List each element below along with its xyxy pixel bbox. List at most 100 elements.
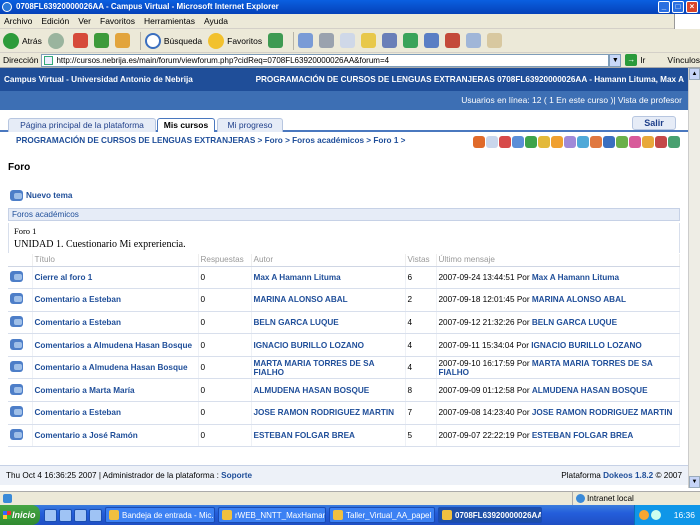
support-link[interactable]: Soporte	[221, 471, 252, 480]
site-name[interactable]: Campus Virtual - Universidad Antonio de …	[4, 68, 193, 91]
people-icon[interactable]	[403, 33, 419, 48]
print-icon[interactable]	[319, 33, 335, 48]
cut-icon[interactable]	[445, 33, 461, 48]
new-topic-link[interactable]: Nuevo tema	[10, 190, 72, 201]
survey-icon[interactable]	[629, 136, 641, 148]
breadcrumb[interactable]: PROGRAMACIÓN DE CURSOS DE LENGUAS EXTRAN…	[16, 136, 405, 145]
favorites-button[interactable]: Favoritos	[208, 32, 262, 49]
last-author-link[interactable]: MARINA ALONSO ABAL	[532, 295, 626, 304]
topic-author[interactable]: MARTA MARIA TORRES DE SA FIALHO	[251, 356, 406, 380]
topic-title[interactable]: Comentario a Almudena Hasan Bosque	[32, 356, 199, 380]
search-button[interactable]: Búsqueda	[144, 32, 202, 49]
tray-network-icon[interactable]	[651, 510, 661, 520]
course-home-icon[interactable]	[473, 136, 485, 148]
topic-title[interactable]: Comentarios a Almudena Hasan Bosque	[32, 333, 199, 357]
url-input[interactable]: http://cursos.nebrija.es/main/forum/view…	[41, 53, 610, 67]
back-button[interactable]: Atrás	[3, 32, 42, 49]
topic-title[interactable]: Comentario a Esteban	[32, 401, 199, 425]
reporting-icon[interactable]	[668, 136, 680, 148]
topic-author[interactable]: JOSE RAMON RODRIGUEZ MARTIN	[251, 401, 406, 425]
last-author-link[interactable]: BELN GARCA LUQUE	[532, 318, 617, 327]
topic-title[interactable]: Cierre al foro 1	[32, 266, 199, 290]
topic-title[interactable]: Comentario a Esteban	[32, 288, 199, 312]
tests-icon[interactable]	[564, 136, 576, 148]
topic-title[interactable]: Comentario a Marta María	[32, 378, 199, 403]
topic-bubble-icon	[10, 406, 23, 418]
documents-icon[interactable]	[512, 136, 524, 148]
url-dropdown[interactable]: ▼	[609, 53, 622, 67]
minimize-button[interactable]: _	[658, 1, 670, 13]
users-icon[interactable]	[577, 136, 589, 148]
topic-author[interactable]: ALMUDENA HASAN BOSQUE	[251, 378, 406, 403]
announcements-icon[interactable]	[551, 136, 563, 148]
topic-author[interactable]: MARINA ALONSO ABAL	[251, 288, 406, 312]
topic-author[interactable]: IGNACIO BURILLO LOZANO	[251, 333, 406, 357]
notebook-icon[interactable]	[642, 136, 654, 148]
calendar-icon[interactable]	[499, 136, 511, 148]
settings-icon[interactable]	[655, 136, 667, 148]
links-button[interactable]: Vínculos	[667, 55, 700, 65]
tray-app-icon[interactable]	[639, 510, 649, 520]
forum-category[interactable]: Foros académicos	[8, 208, 680, 221]
last-author-link[interactable]: ALMUDENA HASAN BOSQUE	[532, 386, 648, 395]
refresh-icon[interactable]	[93, 33, 109, 48]
task-campus-virtual[interactable]: 0708FL63920000026AA ...	[438, 507, 542, 523]
links-icon[interactable]	[538, 136, 550, 148]
last-author-link[interactable]: JOSE RAMON RODRIGUEZ MARTIN	[532, 408, 673, 417]
close-button[interactable]: ×	[686, 1, 698, 13]
research-icon[interactable]	[424, 33, 440, 48]
topic-title[interactable]: Comentario a Esteban	[32, 311, 199, 335]
groups-icon[interactable]	[590, 136, 602, 148]
task-outlook[interactable]: Bandeja de entrada - Mic...	[105, 507, 215, 523]
online-users[interactable]: Usuarios en línea: 12 ( 1 En este curso …	[0, 91, 688, 110]
outlook-quicklaunch-icon[interactable]	[89, 508, 102, 522]
scroll-down-icon[interactable]: ▼	[689, 476, 700, 488]
ie-quicklaunch-icon[interactable]	[59, 508, 72, 522]
edit-icon[interactable]	[340, 33, 356, 48]
menu-ayuda[interactable]: Ayuda	[204, 16, 228, 26]
history-icon[interactable]	[268, 33, 284, 48]
menu-archivo[interactable]: Archivo	[4, 16, 32, 26]
menu-ver[interactable]: Ver	[78, 16, 91, 26]
description-icon[interactable]	[486, 136, 498, 148]
copy-icon[interactable]	[466, 33, 482, 48]
folder-icon[interactable]	[361, 33, 377, 48]
last-author-link[interactable]: IGNACIO BURILLO LOZANO	[531, 341, 642, 350]
home-icon[interactable]	[114, 33, 130, 48]
paste-icon[interactable]	[487, 33, 503, 48]
menu-edicion[interactable]: Edición	[41, 16, 69, 26]
menu-herramientas[interactable]: Herramientas	[144, 16, 195, 26]
tab-home[interactable]: Página principal de la plataforma	[8, 118, 156, 132]
tab-my-progress[interactable]: Mi progreso	[217, 118, 283, 132]
logout-button[interactable]: Salir	[632, 116, 676, 130]
task-web-nntt[interactable]: rWEB_NNTT_MaxHamann	[218, 507, 326, 523]
vertical-scrollbar[interactable]: ▲ ▼	[688, 68, 700, 488]
chat-icon[interactable]	[603, 136, 615, 148]
topic-title[interactable]: Comentario a José Ramón	[32, 424, 199, 448]
stop-icon[interactable]	[72, 33, 88, 48]
course-name[interactable]: PROGRAMACIÓN DE CURSOS DE LENGUAS EXTRAN…	[256, 68, 684, 91]
go-button[interactable]: → Ir	[625, 54, 645, 66]
forward-button[interactable]	[47, 32, 67, 49]
dokeos-link[interactable]: Dokeos 1.8.2	[603, 471, 653, 480]
word-quicklaunch-icon[interactable]	[74, 508, 87, 522]
show-desktop-icon[interactable]	[44, 508, 57, 522]
mail-icon[interactable]	[298, 33, 314, 48]
header-replies: Respuestas	[198, 254, 252, 267]
last-author-link[interactable]: ESTEBAN FOLGAR BREA	[532, 431, 633, 440]
topic-author[interactable]: Max A Hamann Lituma	[251, 266, 406, 290]
task-taller-virtual[interactable]: Taller_Virtual_AA_papel ...	[329, 507, 435, 523]
start-button[interactable]: Inicio	[0, 505, 40, 525]
topic-author[interactable]: ESTEBAN FOLGAR BREA	[251, 424, 406, 448]
menu-favoritos[interactable]: Favoritos	[100, 16, 135, 26]
messenger-icon[interactable]	[382, 33, 398, 48]
last-author-link[interactable]: Max A Hamann Lituma	[532, 273, 619, 282]
star-icon	[208, 32, 225, 49]
tab-my-courses[interactable]: Mis cursos	[157, 118, 215, 132]
maximize-button[interactable]: □	[672, 1, 684, 13]
scroll-up-icon[interactable]: ▲	[689, 68, 700, 80]
topic-author[interactable]: BELN GARCA LUQUE	[251, 311, 406, 335]
learning-path-icon[interactable]	[525, 136, 537, 148]
topics-table: Título Respuestas Autor Vistas Último me…	[8, 254, 680, 448]
assignments-icon[interactable]	[616, 136, 628, 148]
